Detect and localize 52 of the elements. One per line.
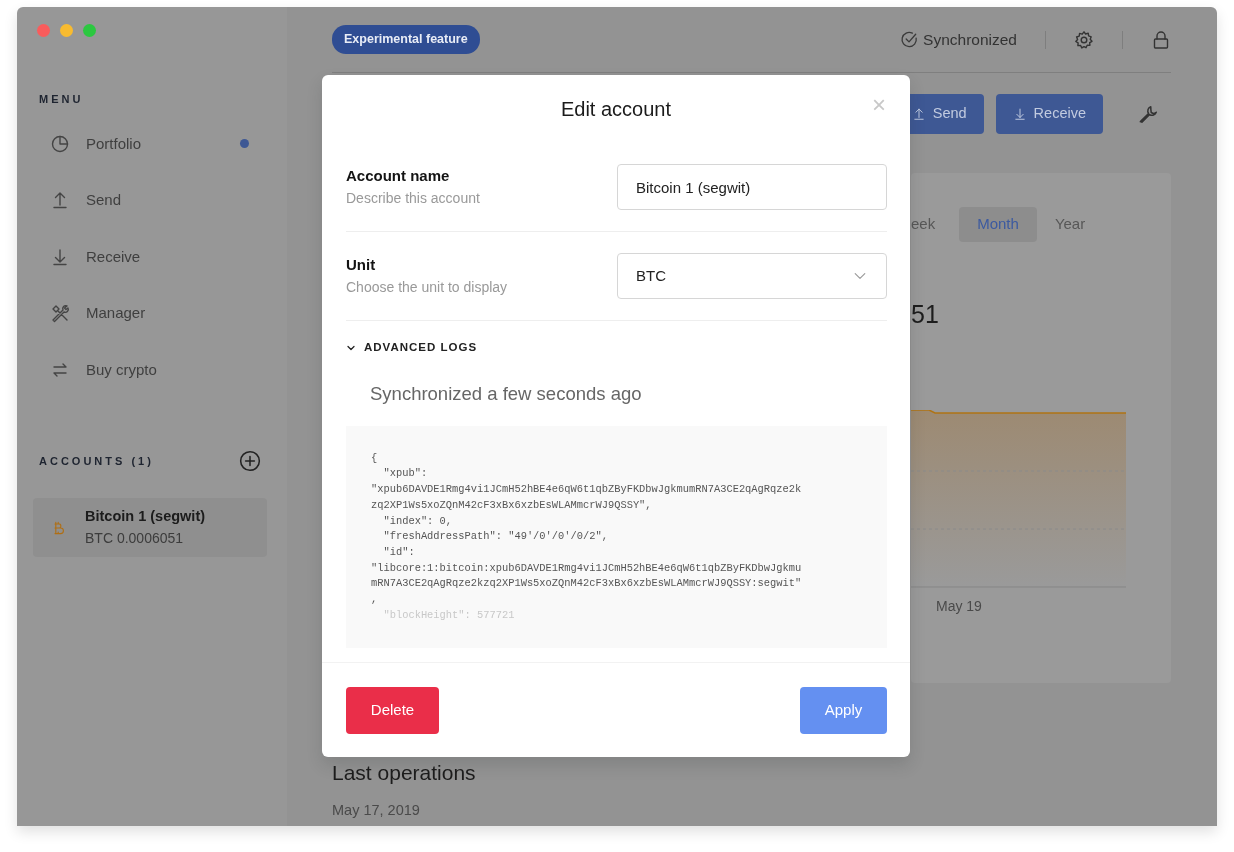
- modal-title: Edit account: [560, 96, 672, 122]
- operation-date: May 17, 2019: [332, 801, 421, 821]
- log-line: zq2XP1Ws5xoZQnM42cF3xBx6xzbEsWLAMmcrWJ9QSSY",: [371, 497, 652, 513]
- section-title: MENU: [39, 92, 85, 107]
- log-line: ,: [371, 592, 378, 608]
- delete-button[interactable]: Delete: [346, 686, 439, 734]
- log-line: mRN7A3CE2qAgRqze2kzq2XP1Ws5xoZQnM42cF3xBx6xzbEsWLAMmcrWJ9QSSY:segwit": [371, 576, 802, 592]
- field-label: Account name: [346, 166, 451, 187]
- section-title: Last operations: [332, 761, 477, 785]
- settings-icon[interactable]: [1074, 29, 1094, 50]
- menu-item[interactable]: Send: [86, 189, 122, 212]
- menu-item[interactable]: Manager: [86, 302, 146, 325]
- account-card[interactable]: Bitcoin 1 (segwit) BTC 0.0006051: [33, 498, 267, 557]
- tools-icon: [50, 303, 70, 324]
- axis-label: May 19: [936, 596, 983, 616]
- download-icon: [1012, 107, 1027, 121]
- menu-item[interactable]: Portfolio: [86, 132, 142, 155]
- lock-icon[interactable]: [1151, 29, 1171, 50]
- period-tab[interactable]: eek: [911, 207, 954, 242]
- pie-chart-icon: [50, 133, 70, 154]
- menu-item[interactable]: Receive: [86, 245, 141, 268]
- field-label: Unit: [346, 255, 377, 276]
- log-line: "id":: [382, 544, 415, 560]
- log-line: "freshAddressPath": "49'/0'/0'/0/2",: [382, 529, 608, 545]
- account-balance: BTC 0.0006051: [85, 528, 185, 548]
- sync-status: Synchronized: [923, 29, 1017, 50]
- unit-dropdown[interactable]: BTC: [617, 253, 887, 299]
- upload-icon: [911, 107, 926, 121]
- balance-amount: 51: [911, 301, 940, 327]
- log-line: "xpub6DAVDE1Rmg4vi1JCmH52hBE4e6qW6t1qbZByFKDbwJgkmumRN7A3CE2qAgRqze2k: [371, 482, 802, 498]
- wrench-icon[interactable]: [1137, 103, 1159, 125]
- log-line: {: [371, 450, 378, 466]
- download-icon: [50, 246, 70, 267]
- account-name-field[interactable]: Bitcoin 1 (segwit): [617, 164, 887, 210]
- add-icon[interactable]: [239, 450, 261, 472]
- check-circle-icon: [900, 30, 920, 49]
- period-tab[interactable]: Year: [1036, 207, 1104, 242]
- upload-icon: [50, 190, 70, 211]
- period-tab[interactable]: Month: [959, 207, 1037, 242]
- field-description: Describe this account: [346, 188, 480, 208]
- menu-item[interactable]: Buy crypto: [86, 358, 157, 381]
- section-title: ACCOUNTS (1): [39, 453, 154, 469]
- apply-button[interactable]: Apply: [800, 686, 887, 734]
- receive-button[interactable]: Receive: [995, 94, 1103, 134]
- advanced-logs-toggle[interactable]: ADVANCED LOGS: [346, 340, 478, 356]
- log-line: "libcore:1:bitcoin:xpub6DAVDE1Rmg4vi1JCmH52hBE4e6qW6t1qbZByFKDbwJgkmu: [371, 560, 802, 576]
- sync-message: Synchronized a few seconds ago: [370, 382, 643, 406]
- field-description: Choose the unit to display: [346, 277, 508, 297]
- log-line: "xpub":: [382, 466, 428, 482]
- log-line: "index": 0,: [382, 513, 453, 529]
- experimental-badge: Experimental feature: [332, 25, 480, 54]
- account-name: Bitcoin 1 (segwit): [85, 507, 206, 527]
